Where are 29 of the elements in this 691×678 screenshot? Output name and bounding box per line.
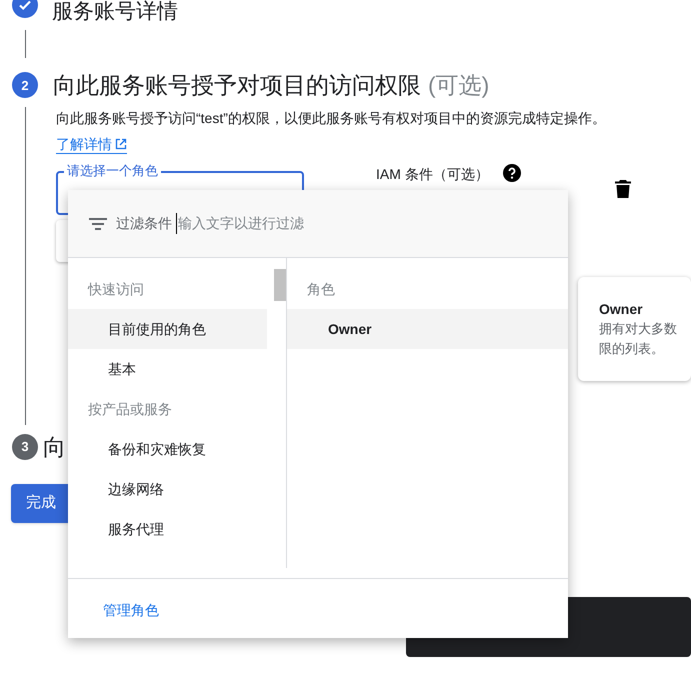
filter-icon xyxy=(89,218,107,230)
external-link-icon xyxy=(115,138,127,150)
tooltip-title: Owner xyxy=(599,300,644,319)
step-title: 服务账号详情 xyxy=(52,0,178,24)
optional-label: (可选) xyxy=(428,71,490,100)
step-description: 向此服务账号授予访问“test”的权限，以便此服务账号有权对项目中的资源完成特定操作。 了解详情 xyxy=(56,108,607,156)
delete-icon[interactable] xyxy=(614,180,631,198)
step-title: 向此服务账号授予对项目的访问权限 xyxy=(53,71,421,100)
step-number: 2 xyxy=(12,72,38,98)
menu-section-header: 按产品或服务 xyxy=(87,400,173,419)
manage-roles-link[interactable]: 管理角色 xyxy=(103,602,159,618)
tooltip-text: 限的列表。 xyxy=(599,340,665,358)
menu-section-header: 角色 xyxy=(306,280,336,299)
tooltip-text: 拥有对大多数 xyxy=(599,320,678,338)
menu-category-item[interactable]: 基本 xyxy=(68,349,267,389)
step-number: 3 xyxy=(12,434,38,460)
menu-category-item[interactable]: 备份和灾难恢复 xyxy=(68,429,267,469)
field-label: 请选择一个角色 xyxy=(64,162,161,178)
filter-input[interactable]: 输入文字以进行过滤 xyxy=(176,213,426,234)
learn-more-link[interactable]: 了解详情 xyxy=(56,134,127,154)
step-title: 向 xyxy=(43,432,66,462)
menu-section-header: 快速访问 xyxy=(86,280,145,299)
filter-label: 过滤条件 xyxy=(116,214,172,233)
scrollbar-thumb[interactable] xyxy=(274,269,286,301)
condition-label: IAM 条件（可选） xyxy=(376,164,489,182)
filter-bar[interactable]: 过滤条件 输入文字以进行过滤 xyxy=(68,190,568,258)
menu-category-item[interactable]: 目前使用的角色 xyxy=(68,309,267,349)
role-option[interactable]: Owner xyxy=(287,309,568,349)
help-icon[interactable] xyxy=(502,164,521,182)
